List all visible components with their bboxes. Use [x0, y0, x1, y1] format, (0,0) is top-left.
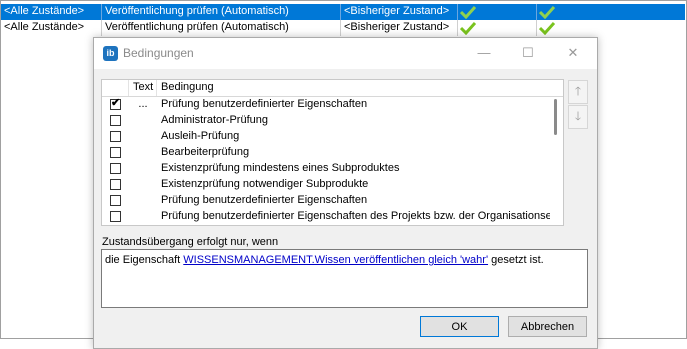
- conditions-dialog: ib Bedingungen — ☐ ✕ Text Bedingung ✔ ..…: [93, 37, 598, 349]
- condition-cell: Administrator-Prüfung: [161, 114, 268, 126]
- condition-cell: Prüfung benutzerdefinierter Eigenschafte…: [161, 210, 564, 222]
- dialog-title: Bedingungen: [123, 46, 194, 60]
- column-divider: [536, 4, 537, 20]
- rule-textbox[interactable]: die Eigenschaft WISSENSMANAGEMENT.Wissen…: [101, 249, 588, 308]
- condition-checkbox[interactable]: [110, 211, 121, 222]
- rule-text: die Eigenschaft WISSENSMANAGEMENT.Wissen…: [105, 254, 544, 266]
- table-row[interactable]: Prüfung benutzerdefinierter Eigenschafte…: [102, 209, 563, 225]
- app-icon: ib: [103, 46, 118, 61]
- dialog-titlebar[interactable]: ib Bedingungen — ☐ ✕: [94, 38, 597, 69]
- column-header-checkbox: [102, 80, 129, 96]
- action-cell: Veröffentlichung prüfen (Automatisch): [105, 21, 289, 33]
- condition-checkbox[interactable]: [110, 195, 121, 206]
- table-row[interactable]: Administrator-Prüfung: [102, 113, 550, 129]
- rule-prefix: die Eigenschaft: [105, 254, 184, 266]
- transition-row[interactable]: <Alle Zustände> Veröffentlichung prüfen …: [1, 4, 685, 20]
- condition-checkbox[interactable]: [110, 131, 121, 142]
- table-row[interactable]: Existenzprüfung notwendiger Subprodukte: [102, 177, 550, 193]
- to-state-cell: <Bisheriger Zustand>: [344, 5, 450, 17]
- condition-checkbox[interactable]: ✔: [110, 97, 121, 110]
- check-icon: [539, 5, 555, 19]
- move-down-button[interactable]: 🡓: [568, 105, 588, 129]
- condition-cell: Prüfung benutzerdefinierter Eigenschafte…: [161, 98, 368, 110]
- close-icon[interactable]: ✕: [551, 38, 595, 69]
- move-up-button[interactable]: 🡑: [568, 80, 588, 104]
- condition-checkbox[interactable]: [110, 179, 121, 190]
- condition-cell: Existenzprüfung notwendiger Subprodukte: [161, 178, 369, 190]
- condition-cell: Ausleih-Prüfung: [161, 130, 240, 142]
- check-icon: [539, 21, 555, 35]
- cancel-button[interactable]: Abbrechen: [508, 316, 587, 337]
- conditions-table: Text Bedingung ✔ ... Prüfung benutzerdef…: [101, 79, 564, 226]
- condition-checkbox[interactable]: [110, 163, 121, 174]
- condition-cell: Bearbeiterprüfung: [161, 146, 250, 158]
- check-icon: [460, 5, 476, 19]
- from-state-cell: <Alle Zustände>: [4, 21, 85, 33]
- table-row[interactable]: Existenzprüfung mindestens eines Subprod…: [102, 161, 550, 177]
- maximize-icon[interactable]: ☐: [506, 38, 550, 69]
- condition-checkbox[interactable]: [110, 115, 121, 126]
- condition-checkbox[interactable]: [110, 147, 121, 158]
- to-state-cell: <Bisheriger Zustand>: [344, 21, 450, 33]
- rule-suffix: gesetzt ist.: [488, 254, 544, 266]
- column-header-condition[interactable]: Bedingung: [157, 80, 563, 96]
- scrollbar-thumb[interactable]: [554, 99, 557, 135]
- transition-row[interactable]: <Alle Zustände> Veröffentlichung prüfen …: [1, 20, 685, 36]
- from-state-cell: <Alle Zustände>: [4, 5, 85, 17]
- rule-link[interactable]: WISSENSMANAGEMENT.Wissen veröffentlichen…: [183, 254, 488, 266]
- transition-label: Zustandsübergang erfolgt nur, wenn: [102, 236, 279, 248]
- vertical-scrollbar[interactable]: [550, 97, 563, 225]
- minimize-icon[interactable]: —: [462, 38, 506, 69]
- text-cell[interactable]: ...: [132, 98, 154, 110]
- table-row[interactable]: Ausleih-Prüfung: [102, 129, 550, 145]
- check-mark-icon: ✔: [111, 97, 121, 109]
- column-header-text[interactable]: Text: [129, 80, 157, 96]
- column-divider: [457, 4, 458, 20]
- table-header: Text Bedingung: [102, 80, 563, 97]
- column-divider: [536, 20, 537, 36]
- action-cell: Veröffentlichung prüfen (Automatisch): [105, 5, 289, 17]
- table-row[interactable]: Prüfung benutzerdefinierter Eigenschafte…: [102, 193, 550, 209]
- column-divider: [457, 20, 458, 36]
- condition-cell: Existenzprüfung mindestens eines Subprod…: [161, 162, 400, 174]
- check-icon: [460, 21, 476, 35]
- table-row[interactable]: ✔ ... Prüfung benutzerdefinierter Eigens…: [102, 97, 550, 113]
- condition-cell: Prüfung benutzerdefinierter Eigenschafte…: [161, 194, 368, 206]
- table-row[interactable]: Bearbeiterprüfung: [102, 145, 550, 161]
- ok-button[interactable]: OK: [420, 316, 499, 337]
